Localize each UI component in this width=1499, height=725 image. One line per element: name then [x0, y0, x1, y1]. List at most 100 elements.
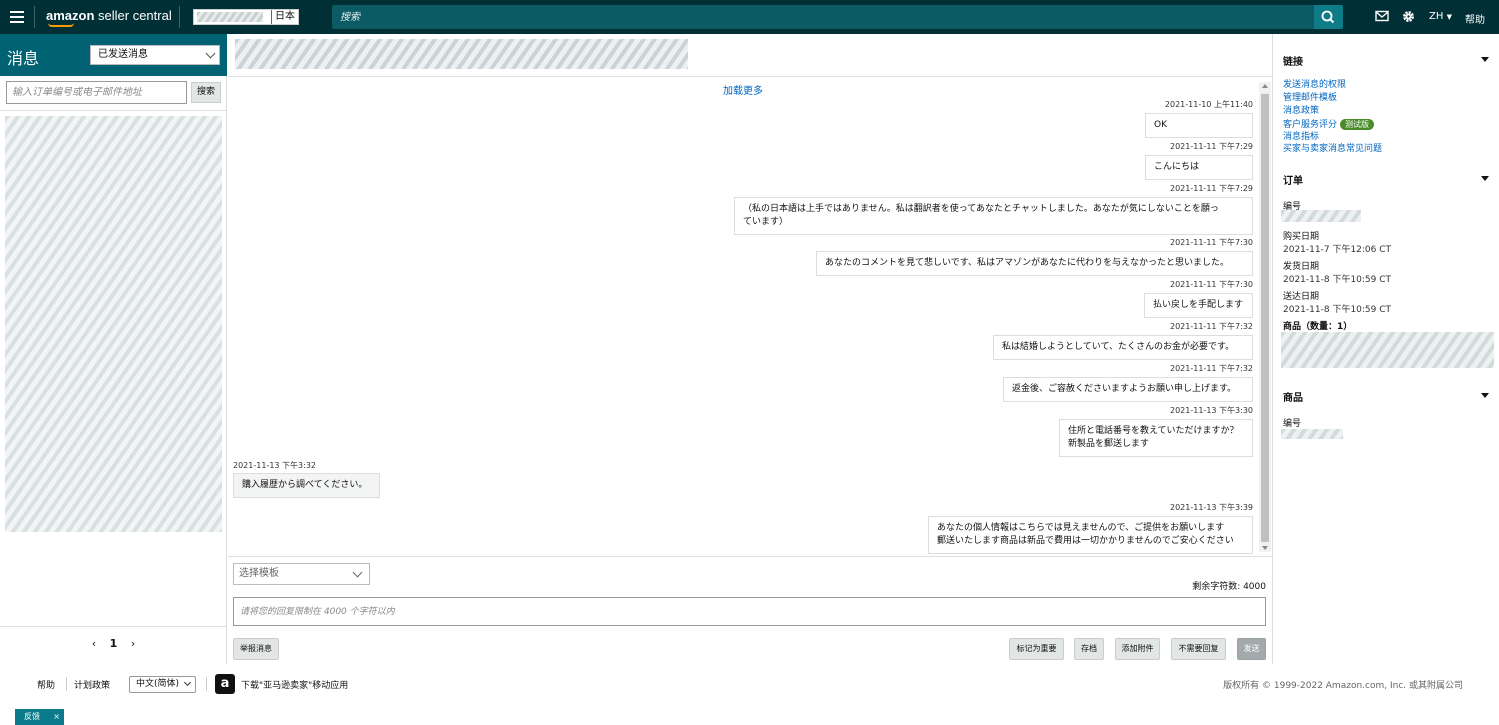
amazon-seller-central-logo[interactable]: amazon seller central	[46, 8, 172, 27]
redacted-product-number	[1281, 429, 1343, 439]
pagination: ‹ 1 ›	[0, 626, 227, 664]
add-attachment-button[interactable]: 添加附件	[1115, 638, 1160, 660]
mail-icon[interactable]	[1375, 10, 1389, 22]
message-bubble: OK	[1145, 113, 1253, 138]
message-bubble: 私は結婚しようとしていて、たくさんのお金が必要です。	[993, 335, 1253, 360]
message-timestamp: 2021-11-11 下午7:30	[1170, 280, 1253, 289]
archive-button[interactable]: 存档	[1074, 638, 1104, 660]
send-button[interactable]: 发送	[1237, 638, 1266, 660]
message-timestamp: 2021-11-11 下午7:32	[1170, 364, 1253, 373]
message-timestamp: 2021-11-11 下午7:32	[1170, 322, 1253, 331]
delivery-date-value: 2021-11-8 下午10:59 CT	[1283, 305, 1392, 315]
help-link[interactable]: 帮助	[1465, 11, 1485, 26]
divider	[66, 677, 67, 691]
message-timestamp: 2021-11-11 下午7:29	[1170, 142, 1253, 151]
purchase-date-value: 2021-11-7 下午12:06 CT	[1283, 245, 1392, 255]
link-message-metrics[interactable]: 消息指标	[1283, 132, 1319, 143]
page-title: 消息	[7, 49, 40, 68]
mark-important-button[interactable]: 标记为重要	[1009, 638, 1064, 660]
chevron-down-icon[interactable]	[1481, 393, 1489, 398]
link-send-permission[interactable]: 发送消息的权限	[1283, 80, 1346, 91]
ship-date-value: 2021-11-8 下午10:59 CT	[1283, 275, 1392, 285]
message-timestamp: 2021-11-13 下午3:30	[1170, 406, 1253, 415]
gear-icon[interactable]	[1401, 9, 1416, 24]
chevron-down-icon	[205, 48, 216, 59]
close-icon[interactable]: ×	[53, 709, 60, 725]
footer-language-select[interactable]: 中文(简体)	[129, 676, 196, 693]
message-timestamp: 2021-11-13 下午3:39	[1170, 503, 1253, 512]
product-section-title: 商品	[1283, 393, 1303, 404]
delivery-date-label: 送达日期	[1283, 292, 1320, 302]
conversation-panel: 加载更多 2021-11-10 上午11:40 OK 2021-11-11 下午…	[228, 34, 1272, 664]
message-timestamp: 2021-11-10 上午11:40	[1164, 100, 1253, 109]
divider	[34, 6, 35, 28]
details-panel: 链接 发送消息的权限 管理邮件模板 消息政策 客户服务评分 测试版 消息指标 买家…	[1272, 34, 1499, 664]
conversation-thread: 加载更多 2021-11-10 上午11:40 OK 2021-11-11 下午…	[228, 77, 1272, 556]
prev-page-icon[interactable]: ‹	[92, 637, 96, 650]
message-filter-select[interactable]: 已发送消息	[90, 45, 220, 65]
amazon-app-icon[interactable]: a	[215, 674, 235, 694]
message-bubble: 住所と電話番号を教えていただけますか？ 新製品を郵送します	[1059, 419, 1253, 457]
message-timestamp: 2021-11-11 下午7:29	[1170, 184, 1253, 193]
marketplace-label: 日本	[271, 10, 295, 24]
redacted-item-details	[1281, 332, 1494, 368]
divider	[206, 677, 207, 691]
redacted-order-number[interactable]	[1281, 210, 1361, 222]
chevron-down-icon	[352, 567, 363, 578]
order-section-title: 订单	[1283, 176, 1303, 187]
reply-textarea[interactable]	[233, 597, 1266, 626]
message-bubble: （私の日本語は上手ではありません。私は翻訳者を使ってあなたとチャットしました。あ…	[734, 197, 1253, 235]
message-list-panel: 消息 已发送消息 搜索 ‹ 1 ›	[0, 34, 227, 664]
redacted-message-list[interactable]	[5, 116, 222, 532]
link-message-policy[interactable]: 消息政策	[1283, 106, 1319, 117]
message-bubble: あなたの個人情報はこちらでは見えませんので、ご提供をお願いします 郵送いたします商…	[928, 516, 1253, 554]
message-bubble: 購入履歴から調べてください。	[233, 473, 380, 498]
redacted-buyer-header	[235, 39, 688, 69]
divider	[0, 110, 227, 111]
next-page-icon[interactable]: ›	[131, 637, 135, 650]
order-search-input[interactable]	[6, 81, 187, 104]
footer-help-link[interactable]: 帮助	[37, 678, 55, 691]
purchase-date-label: 购买日期	[1283, 232, 1320, 242]
link-messaging-faq[interactable]: 买家与卖家消息常见问题	[1283, 144, 1382, 155]
order-search-button[interactable]: 搜索	[191, 82, 221, 103]
scroll-down-icon[interactable]	[1262, 546, 1268, 550]
top-navigation-bar: amazon seller central 日本 ZH ▼ 帮助	[0, 0, 1499, 34]
search-button[interactable]	[1314, 5, 1343, 29]
no-reply-needed-button[interactable]: 不需要回复	[1171, 638, 1226, 660]
report-message-button[interactable]: 举报消息	[233, 638, 279, 660]
conversation-scrollbar[interactable]	[1259, 82, 1271, 552]
message-bubble: あなたのコメントを見て悲しいです、私はアマゾンがあなたに代わりを与えなかったと思…	[816, 251, 1253, 276]
feedback-button[interactable]: 反馈 ×	[15, 709, 64, 725]
ship-date-label: 发货日期	[1283, 262, 1320, 272]
template-select[interactable]: 选择模板	[233, 563, 370, 585]
message-timestamp: 2021-11-11 下午7:30	[1170, 238, 1253, 247]
redacted-account-name	[197, 12, 263, 22]
divider	[228, 556, 1272, 557]
chevron-down-icon	[183, 678, 192, 687]
chevron-down-icon[interactable]	[1481, 57, 1489, 62]
account-switcher[interactable]: 日本	[193, 9, 299, 25]
message-bubble: 払い戻しを手配します	[1144, 293, 1253, 318]
search-icon	[1321, 10, 1335, 24]
download-app-link[interactable]: 下载"亚马逊卖家"移动应用	[241, 678, 348, 691]
links-section-title: 链接	[1283, 57, 1303, 68]
load-more-link[interactable]: 加载更多	[228, 82, 1258, 97]
scrollbar-thumb[interactable]	[1261, 94, 1269, 542]
message-bubble: こんにちは	[1145, 155, 1253, 180]
chevron-down-icon[interactable]	[1481, 176, 1489, 181]
global-search-input[interactable]	[332, 5, 1314, 29]
menu-icon[interactable]	[8, 8, 26, 26]
link-customer-service-score[interactable]: 客户服务评分 测试版	[1283, 119, 1375, 131]
product-number-label: 编号	[1283, 419, 1302, 429]
items-label: 商品（数量：1）	[1283, 322, 1353, 332]
global-search	[332, 5, 1343, 29]
language-menu[interactable]: ZH ▼	[1429, 11, 1452, 22]
scroll-up-icon[interactable]	[1262, 84, 1268, 88]
program-policies-link[interactable]: 计划政策	[74, 678, 110, 691]
copyright: 版权所有 © 1999-2022 Amazon.com, Inc. 或其附属公司	[1223, 681, 1463, 691]
remaining-characters: 剩余字符数: 4000	[1192, 582, 1266, 592]
message-timestamp: 2021-11-13 下午3:32	[233, 461, 316, 470]
link-manage-templates[interactable]: 管理邮件模板	[1283, 93, 1337, 104]
message-bubble: 返金後、ご容赦くださいますようお願い申し上げます。	[1003, 377, 1253, 402]
